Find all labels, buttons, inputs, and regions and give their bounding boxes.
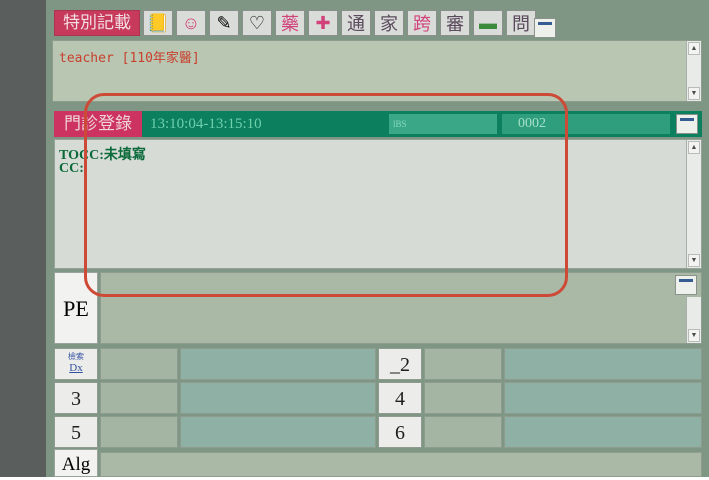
alg-textarea[interactable]	[100, 452, 702, 477]
dx-code-3[interactable]	[100, 382, 178, 414]
dx-code-1[interactable]	[100, 348, 178, 380]
scroll-down-arrow-icon[interactable]: ▼	[688, 329, 700, 342]
dx-row-3-label: 3	[54, 382, 98, 414]
pe-scrollbar[interactable]: ▼	[686, 297, 701, 343]
person-icon[interactable]: ☺	[176, 10, 206, 36]
scroll-up-arrow-icon[interactable]: ▲	[688, 141, 700, 154]
pe-textarea[interactable]: ▼	[100, 272, 702, 344]
stethoscope-icon[interactable]: ♡	[242, 10, 272, 36]
visit-time-range: 13:10:04-13:15:10	[150, 116, 262, 132]
medical-cross-icon[interactable]: ✚	[308, 10, 338, 36]
teacher-note-text: teacher [110年家醫]	[59, 51, 200, 66]
book-icon[interactable]: ▬	[473, 10, 503, 36]
dx-desc-6[interactable]	[504, 416, 702, 448]
dx-code-4[interactable]	[424, 382, 502, 414]
dx-desc-2[interactable]	[504, 348, 702, 380]
dx-row-6-label: 6	[378, 416, 422, 448]
pen-icon[interactable]: ✎	[209, 10, 239, 36]
dx-code-6[interactable]	[424, 416, 502, 448]
visit-field-1[interactable]: lBS	[389, 114, 497, 134]
dx-desc-4[interactable]	[504, 382, 702, 414]
dx-desc-1[interactable]	[180, 348, 376, 380]
emr-window: 特別記載 📒 ☺ ✎ ♡ 藥 ✚ 通 家 跨 審 ▬ 問 teacher [11…	[46, 0, 709, 477]
dx-desc-3[interactable]	[180, 382, 376, 414]
teacher-note-box[interactable]: teacher [110年家醫] ▲ ▼	[52, 40, 702, 102]
dx-row-4-label: 4	[378, 382, 422, 414]
scroll-down-arrow-icon[interactable]: ▼	[688, 254, 700, 267]
top-toolbar: 特別記載 📒 ☺ ✎ ♡ 藥 ✚ 通 家 跨 審 ▬ 問	[46, 6, 709, 38]
dx-row-2-label: _2	[378, 348, 422, 380]
dx-row-5-label: 5	[54, 416, 98, 448]
toolbar-minimize-button[interactable]	[534, 18, 556, 38]
alg-label: Alg	[54, 449, 98, 477]
visit-header-bar: 門診登錄 13:10:04-13:15:10 lBS 0002	[54, 111, 702, 137]
dx-code-5[interactable]	[100, 416, 178, 448]
cc-line: CC:	[59, 161, 84, 176]
scroll-up-arrow-icon[interactable]: ▲	[688, 42, 700, 55]
subjective-scrollbar[interactable]: ▲ ▼	[686, 140, 701, 268]
note-icon[interactable]: 📒	[143, 10, 173, 36]
pe-minimize-button[interactable]	[675, 275, 697, 295]
visit-field-2[interactable]: 0002	[502, 114, 670, 134]
question-button[interactable]: 問	[506, 10, 536, 36]
pe-label: PE	[54, 272, 98, 344]
visit-minimize-button[interactable]	[676, 114, 698, 134]
special-record-button[interactable]: 特別記載	[54, 10, 140, 36]
dx-search-label[interactable]: 檢索 Dx	[54, 348, 98, 380]
subjective-textarea[interactable]: TOCC:未填寫 CC: ▲ ▼	[54, 139, 702, 269]
family-button[interactable]: 家	[374, 10, 404, 36]
scroll-down-arrow-icon[interactable]: ▼	[688, 87, 700, 100]
dx-desc-5[interactable]	[180, 416, 376, 448]
visit-title: 門診登錄	[54, 111, 142, 137]
teacher-scrollbar[interactable]: ▲ ▼	[686, 41, 701, 101]
cross-department-button[interactable]: 跨	[407, 10, 437, 36]
review-button[interactable]: 審	[440, 10, 470, 36]
notify-button[interactable]: 通	[341, 10, 371, 36]
drug-button[interactable]: 藥	[275, 10, 305, 36]
dx-code-2[interactable]	[424, 348, 502, 380]
left-sidebar-strip	[0, 0, 46, 477]
